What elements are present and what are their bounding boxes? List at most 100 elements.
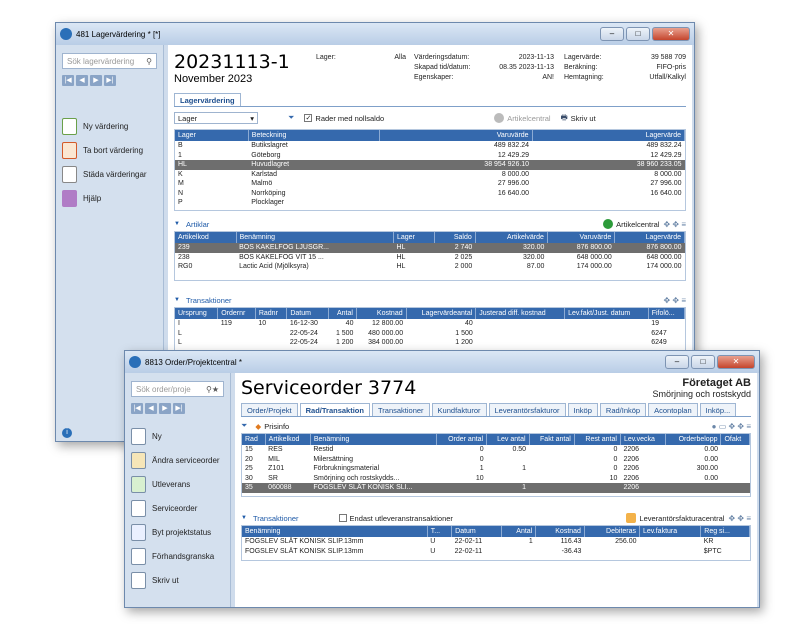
order-row-col-header[interactable]: Order antal bbox=[436, 434, 488, 445]
lager-row[interactable]: 1 Göteborg 12 429.29 12 429.29 bbox=[175, 151, 685, 161]
article-row[interactable]: RG0 Lactic Acid (Mjölksyra) HL 2 000 87.00 17… bbox=[175, 262, 685, 272]
order-transaction-col-header[interactable]: T... bbox=[427, 526, 453, 537]
article-row[interactable]: 238 BOS KAKELFOG VIT 15 ... HL 2 025 320.00 6… bbox=[175, 253, 685, 263]
transaction-col-header[interactable]: Fifolö... bbox=[648, 308, 685, 319]
articles-section-header[interactable]: ▼ Artiklar Artikelcentral ✥ ✥ ≡ bbox=[174, 217, 686, 231]
order-row-col-header[interactable]: Rest antal bbox=[574, 434, 621, 445]
order-transaction-col-header[interactable]: Benämning bbox=[242, 526, 428, 537]
lager-row[interactable]: N Norrköping 16 640.00 16 640.00 bbox=[175, 189, 685, 199]
order-transaction-col-header[interactable]: Datum bbox=[451, 526, 503, 537]
lager-col-header[interactable]: Beteckning bbox=[248, 130, 381, 141]
first-icon-2[interactable]: |◀ bbox=[131, 403, 143, 414]
only-delivery-checkbox[interactable]: Endast utleveranstransaktioner bbox=[338, 514, 453, 523]
order-transaction-col-header[interactable]: Debiteras bbox=[584, 526, 641, 537]
first-icon[interactable]: |◀ bbox=[62, 75, 74, 86]
article-col-header[interactable]: Artikelvärde bbox=[475, 232, 548, 243]
delete-valuation-button[interactable]: Ta bort värdering bbox=[62, 138, 157, 162]
order-transaction-row[interactable]: FOGSLEV SLÄT KONISK SLIP.13mm U 22-02-11 1 1… bbox=[242, 537, 750, 547]
transaction-col-header[interactable]: Justerad diff. kostnad bbox=[475, 308, 566, 319]
next-icon-2[interactable]: ▶ bbox=[159, 403, 171, 414]
tab-inköp[interactable]: Inköp bbox=[567, 403, 598, 416]
leverantorsfakturacentral-button[interactable]: Leverantörsfakturacentral bbox=[626, 513, 724, 523]
last-icon-2[interactable]: ▶| bbox=[173, 403, 185, 414]
lager-col-header[interactable]: Varuvärde bbox=[379, 130, 533, 141]
sidebar-action-1[interactable]: Ändra serviceorder bbox=[131, 448, 224, 472]
transaction-col-header[interactable]: Lev.fakt/Just. datum bbox=[564, 308, 649, 319]
prev-icon-2[interactable]: ◀ bbox=[145, 403, 157, 414]
tab-transaktioner[interactable]: Transaktioner bbox=[371, 403, 430, 416]
tab-rad-inköp[interactable]: Rad/Inköp bbox=[599, 403, 647, 416]
transaction-row[interactable]: I 119 10 16-12-30 40 12 800.00 40 19 bbox=[175, 319, 685, 329]
order-row-col-header[interactable]: Artikelkod bbox=[265, 434, 311, 445]
tab-rad-transaktion[interactable]: Rad/Transaktion bbox=[299, 403, 370, 416]
article-row[interactable]: 239 BOS KAKELFOG LJUSGR... HL 2 740 320.00 87… bbox=[175, 243, 685, 253]
sidebar-action-0[interactable]: Ny bbox=[131, 424, 224, 448]
close-button-2[interactable]: ✕ bbox=[717, 355, 755, 369]
transaction-col-header[interactable]: Antal bbox=[328, 308, 357, 319]
transaction-col-header[interactable]: Ursprung bbox=[175, 308, 219, 319]
lager-row[interactable]: B Butikslagret 489 832.24 489 832.24 bbox=[175, 141, 685, 151]
order-transaction-col-header[interactable]: Lev.faktura bbox=[639, 526, 702, 537]
transaction-row[interactable]: L 22-05-24 1 500 480 000.00 1 500 6247 bbox=[175, 329, 685, 339]
next-icon[interactable]: ▶ bbox=[90, 75, 102, 86]
minimize-button[interactable]: – bbox=[600, 27, 624, 41]
order-row-col-header[interactable]: Ofakt bbox=[720, 434, 750, 445]
last-icon[interactable]: ▶| bbox=[104, 75, 116, 86]
print-button[interactable]: 🖶 Skriv ut bbox=[561, 112, 596, 125]
order-search-input[interactable]: Sök order/proje ⚲★ bbox=[131, 381, 224, 397]
transaction-col-header[interactable]: Ordernr bbox=[217, 308, 256, 319]
transaction-col-header[interactable]: Radnr bbox=[255, 308, 288, 319]
tab-kundfakturor[interactable]: Kundfakturor bbox=[431, 403, 487, 416]
lager-row[interactable]: K Karlstad 8 000.00 8 000.00 bbox=[175, 170, 685, 180]
lager-col-header[interactable]: Lager bbox=[175, 130, 249, 141]
article-col-header[interactable]: Varuvärde bbox=[547, 232, 616, 243]
lager-col-header[interactable]: Lagervärde bbox=[532, 130, 685, 141]
minimize-button-2[interactable]: – bbox=[665, 355, 689, 369]
lager-row[interactable]: HL Huvudlagret 38 954 926.10 38 960 233.05 bbox=[175, 160, 685, 170]
prisinfo-button[interactable]: ◆ Prisinfo bbox=[255, 422, 289, 431]
sidebar-action-4[interactable]: Byt projektstatus bbox=[131, 520, 224, 544]
lager-select[interactable]: Lager ▾ bbox=[174, 112, 258, 124]
close-button[interactable]: ✕ bbox=[652, 27, 690, 41]
sidebar-action-6[interactable]: Skriv ut bbox=[131, 568, 224, 592]
order-row-row[interactable]: 15 RES Restid 0 0.50 0 2206 0.00 bbox=[242, 445, 750, 455]
order-row-col-header[interactable]: Benämning bbox=[310, 434, 437, 445]
order-transaction-col-header[interactable]: Reg si... bbox=[700, 526, 750, 537]
tab-inköp-[interactable]: Inköp... bbox=[699, 403, 737, 416]
search-input[interactable]: Sök lagervärdering ⚲ bbox=[62, 53, 157, 69]
order-row-col-header[interactable]: Lev antal bbox=[486, 434, 530, 445]
sidebar-action-5[interactable]: Förhandsgranska bbox=[131, 544, 224, 568]
new-valuation-button[interactable]: Ny värdering bbox=[62, 114, 157, 138]
transactions-section-header-2[interactable]: ▼ Transaktioner Endast utleveranstransakt… bbox=[241, 511, 751, 525]
tab-leverantörsfakturor[interactable]: Leverantörsfakturor bbox=[488, 403, 566, 416]
article-col-header[interactable]: Saldo bbox=[434, 232, 476, 243]
maximize-button-2[interactable]: □ bbox=[691, 355, 715, 369]
filter-icon[interactable]: ⏷ bbox=[288, 113, 294, 123]
zero-balance-checkbox[interactable]: ✓ Rader med nollsaldo bbox=[304, 114, 384, 123]
order-transaction-col-header[interactable]: Antal bbox=[501, 526, 537, 537]
sidebar-action-2[interactable]: Utleverans bbox=[131, 472, 224, 496]
order-row-row[interactable]: 20 MIL Milersättning 0 0 2206 0.00 bbox=[242, 455, 750, 465]
order-row-row[interactable]: 30 SR Smörjning och rostskydds... 10 10 2206 0… bbox=[242, 474, 750, 484]
order-row-row[interactable]: 25 Z101 Förbrukningsmaterial 1 1 0 2206 300.00 bbox=[242, 464, 750, 474]
order-row-col-header[interactable]: Rad bbox=[242, 434, 266, 445]
tab-order-projekt[interactable]: Order/Projekt bbox=[241, 403, 298, 416]
article-col-header[interactable]: Benämning bbox=[236, 232, 395, 243]
help-button[interactable]: Hjälp bbox=[62, 186, 157, 210]
order-row-col-header[interactable]: Lev.vecka bbox=[620, 434, 667, 445]
order-row-col-header[interactable]: Orderbelopp bbox=[665, 434, 722, 445]
sidebar-action-3[interactable]: Serviceorder bbox=[131, 496, 224, 520]
transaction-col-header[interactable]: Datum bbox=[286, 308, 329, 319]
lager-row[interactable]: P Plocklager bbox=[175, 198, 685, 208]
article-col-header[interactable]: Lagervärde bbox=[614, 232, 685, 243]
maximize-button[interactable]: □ bbox=[626, 27, 650, 41]
artikelcentral-button[interactable]: Artikelcentral bbox=[603, 219, 659, 229]
order-row-col-header[interactable]: Fakt antal bbox=[529, 434, 575, 445]
clean-valuations-button[interactable]: Städa värderingar bbox=[62, 162, 157, 186]
transaction-col-header[interactable]: Kostnad bbox=[356, 308, 407, 319]
prev-icon[interactable]: ◀ bbox=[76, 75, 88, 86]
order-transaction-row[interactable]: FOGSLEV SLÄT KONISK SLIP.13mm U 22-02-11 -3… bbox=[242, 547, 750, 557]
filter-icon-2[interactable]: ⏷ bbox=[241, 421, 247, 431]
article-col-header[interactable]: Artikelkod bbox=[175, 232, 237, 243]
transaction-col-header[interactable]: Lagervärdeantal bbox=[406, 308, 477, 319]
